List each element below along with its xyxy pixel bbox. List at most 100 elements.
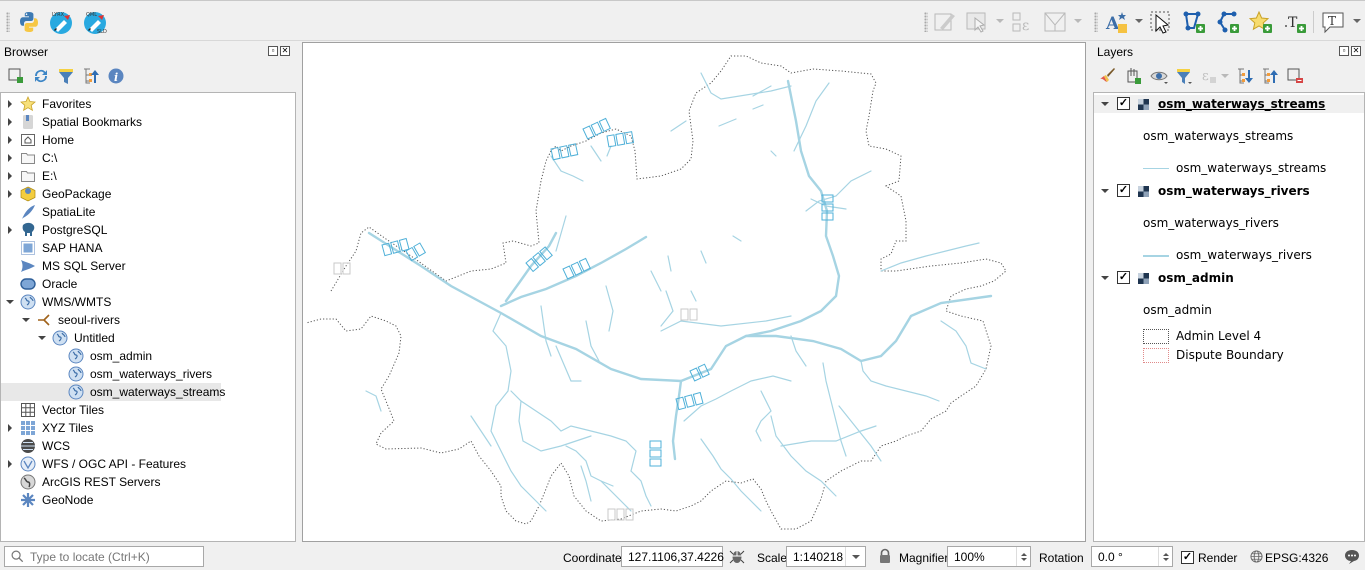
browser-item[interactable]: C:\	[1, 149, 295, 167]
browser-item[interactable]: ArcGIS REST Servers	[1, 473, 295, 491]
river-line	[671, 379, 683, 461]
select-features-button[interactable]	[964, 9, 990, 35]
visibility-button[interactable]	[1149, 66, 1169, 86]
expand-arrow-closed-icon[interactable]	[8, 136, 12, 144]
layer-item[interactable]: ✓ osm_waterways_rivers	[1094, 182, 1364, 200]
expand-arrow-closed-icon[interactable]	[8, 172, 12, 180]
coordinate-input[interactable]: 127.1106,37.4226	[621, 546, 724, 567]
browser-item[interactable]: WMS/WMTS	[1, 293, 295, 311]
locate-search-input[interactable]: Type to locate (Ctrl+K)	[4, 546, 204, 567]
annotation-button[interactable]: T	[1320, 9, 1346, 35]
browser-item[interactable]: SAP HANA	[1, 239, 295, 257]
magnifier-spinbox[interactable]: 100%	[947, 546, 1031, 567]
lyrx-plugin-button[interactable]: LYRX	[48, 9, 74, 35]
browser-item[interactable]: osm_admin	[1, 347, 295, 365]
browser-filter-button[interactable]	[56, 66, 76, 86]
expand-arrow-closed-icon[interactable]	[8, 460, 12, 468]
map-canvas[interactable]	[302, 42, 1086, 542]
browser-refresh-button[interactable]	[31, 66, 51, 86]
browser-item[interactable]: osm_waterways_streams	[1, 383, 225, 401]
close-panel-icon[interactable]: ✕	[280, 46, 290, 56]
layer-item[interactable]: ✓ osm_admin	[1094, 269, 1364, 287]
expand-arrow-open-icon[interactable]	[38, 336, 46, 340]
rotation-spinbox[interactable]: 0.0 °	[1091, 546, 1173, 567]
crs-label[interactable]: EPSG:4326	[1265, 551, 1328, 565]
expand-arrow-open-icon[interactable]	[1101, 276, 1109, 280]
filter-expression-dropdown[interactable]	[1221, 74, 1229, 78]
render-checkbox[interactable]: ✓	[1181, 551, 1194, 564]
browser-collapse-all-button[interactable]	[81, 66, 101, 86]
float-panel-icon[interactable]: ▫	[268, 46, 278, 56]
add-group-button[interactable]	[1123, 66, 1143, 86]
float-panel-icon[interactable]: ▫	[1339, 46, 1349, 56]
browser-item[interactable]: osm_waterways_rivers	[1, 365, 295, 383]
remove-layer-button[interactable]	[1285, 66, 1305, 86]
browser-item[interactable]: GeoNode	[1, 491, 295, 509]
browser-item[interactable]: seoul-rivers	[1, 311, 295, 329]
browser-item[interactable]: Vector Tiles	[1, 401, 295, 419]
expand-arrow-closed-icon[interactable]	[8, 100, 12, 108]
toolbar-grip[interactable]	[924, 12, 928, 32]
toolbar-grip[interactable]	[6, 12, 10, 32]
scale-dropdown-button[interactable]	[845, 547, 865, 566]
scale-combobox[interactable]: 1:140218	[786, 546, 866, 567]
layer-visibility-checkbox[interactable]: ✓	[1117, 184, 1130, 197]
add-polygon-button[interactable]	[1181, 9, 1207, 35]
digitize-button[interactable]	[932, 9, 958, 35]
browser-item[interactable]: Untitled	[1, 329, 295, 347]
expand-arrow-open-icon[interactable]	[6, 300, 14, 304]
expand-arrow-closed-icon[interactable]	[8, 424, 12, 432]
layer-visibility-checkbox[interactable]: ✓	[1117, 97, 1130, 110]
magnifier-spin-buttons[interactable]	[1016, 547, 1030, 566]
mesh-editing-dropdown[interactable]	[1074, 19, 1082, 23]
expand-arrow-open-icon[interactable]	[1101, 189, 1109, 193]
crs-button[interactable]	[1250, 550, 1263, 563]
filter-expression-button[interactable]: ε	[1200, 66, 1220, 86]
expand-arrow-closed-icon[interactable]	[8, 190, 12, 198]
browser-item[interactable]: MS SQL Server	[1, 257, 295, 275]
browser-item[interactable]: WCS	[1, 437, 295, 455]
filter-legend-button[interactable]	[1174, 66, 1194, 86]
annotation-dropdown[interactable]	[1353, 19, 1361, 23]
browser-item[interactable]: PostgreSQL	[1, 221, 295, 239]
python-console-button[interactable]	[16, 9, 42, 35]
toggle-extents-button[interactable]	[729, 548, 745, 564]
label-tool-dropdown[interactable]	[1135, 19, 1143, 23]
expand-arrow-closed-icon[interactable]	[8, 226, 12, 234]
add-text-button[interactable]: T	[1282, 9, 1308, 35]
add-point-button[interactable]	[1248, 9, 1274, 35]
browser-item[interactable]: WFS / OGC API - Features	[1, 455, 295, 473]
browser-info-button[interactable]: i	[106, 66, 126, 86]
style-manager-button[interactable]	[1097, 66, 1117, 86]
toolbar-grip[interactable]	[1094, 12, 1098, 32]
browser-item[interactable]: Favorites	[1, 95, 295, 113]
expand-arrow-closed-icon[interactable]	[8, 118, 12, 126]
qml-sld-plugin-button[interactable]: QML SLD	[82, 9, 108, 35]
label-glyph-box	[649, 440, 662, 449]
browser-item[interactable]: SpatiaLite	[1, 203, 295, 221]
expand-all-button[interactable]	[1235, 66, 1255, 86]
messages-button[interactable]	[1344, 549, 1360, 564]
expand-arrow-open-icon[interactable]	[1101, 102, 1109, 106]
vertex-tool-button[interactable]: ε	[1010, 9, 1036, 35]
add-line-button[interactable]	[1215, 9, 1241, 35]
rotation-spin-buttons[interactable]	[1158, 547, 1172, 566]
browser-item[interactable]: Spatial Bookmarks	[1, 113, 295, 131]
browser-add-layer-button[interactable]	[6, 66, 26, 86]
close-panel-icon[interactable]: ✕	[1351, 46, 1361, 56]
layer-visibility-checkbox[interactable]: ✓	[1117, 271, 1130, 284]
expand-arrow-open-icon[interactable]	[22, 318, 30, 322]
select-by-area-button[interactable]	[1148, 9, 1174, 35]
layer-item[interactable]: ✓ osm_waterways_streams	[1094, 95, 1364, 113]
collapse-all-layers-button[interactable]	[1260, 66, 1280, 86]
browser-item[interactable]: Home	[1, 131, 295, 149]
browser-item[interactable]: E:\	[1, 167, 295, 185]
mesh-editing-button[interactable]	[1042, 9, 1068, 35]
browser-item[interactable]: Oracle	[1, 275, 295, 293]
browser-item[interactable]: GeoPackage	[1, 185, 295, 203]
browser-item[interactable]: XYZ Tiles	[1, 419, 295, 437]
scale-lock-button[interactable]	[878, 548, 892, 564]
label-tool-button[interactable]: A	[1104, 9, 1130, 35]
select-features-dropdown[interactable]	[996, 19, 1004, 23]
expand-arrow-closed-icon[interactable]	[8, 154, 12, 162]
